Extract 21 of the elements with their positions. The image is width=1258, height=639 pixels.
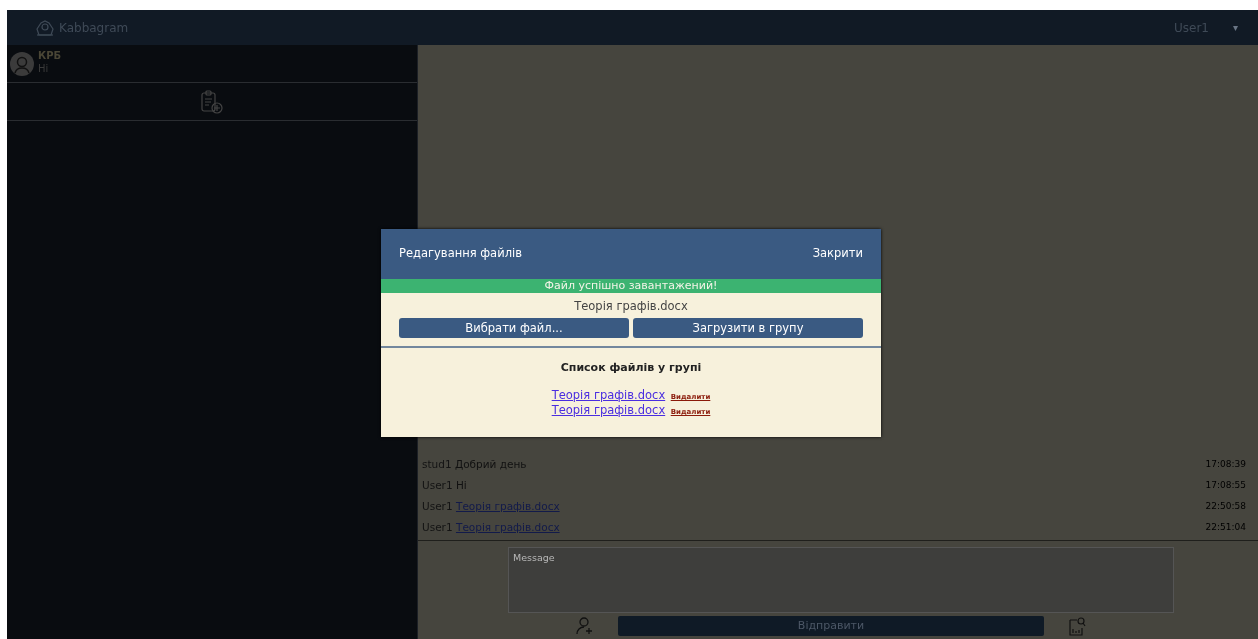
chat-name: КРБ [38, 49, 62, 62]
message-time: 17:08:39 [1205, 457, 1246, 471]
add-user-icon[interactable] [576, 617, 594, 635]
file-list-title: Список файлів у групі [559, 360, 703, 377]
dialog-title: Редагування файлів [399, 245, 522, 263]
file-link[interactable]: Теорія графів.docx [551, 402, 666, 417]
chosen-file-name: Теорія графів.docx [573, 298, 689, 315]
message-input[interactable]: Message [508, 547, 1174, 613]
choose-file-button[interactable]: Вибрати файл... [399, 318, 629, 339]
upload-button[interactable]: Загрузити в групу [633, 318, 863, 339]
file-search-icon[interactable] [1068, 616, 1086, 636]
file-link[interactable]: Теорія графів.docx [551, 387, 666, 402]
avatar-icon [10, 52, 34, 76]
message-time: 17:08:55 [1205, 478, 1246, 492]
clipboard-add-icon[interactable] [199, 88, 225, 115]
message-time: 22:51:04 [1205, 520, 1246, 534]
caret-icon[interactable]: ▾ [1232, 20, 1238, 35]
close-link[interactable]: Закрити [812, 245, 863, 263]
message-time: 22:50:58 [1205, 499, 1246, 513]
logo-icon [35, 18, 55, 37]
success-alert: Файл успішно завантажений! [381, 279, 881, 293]
